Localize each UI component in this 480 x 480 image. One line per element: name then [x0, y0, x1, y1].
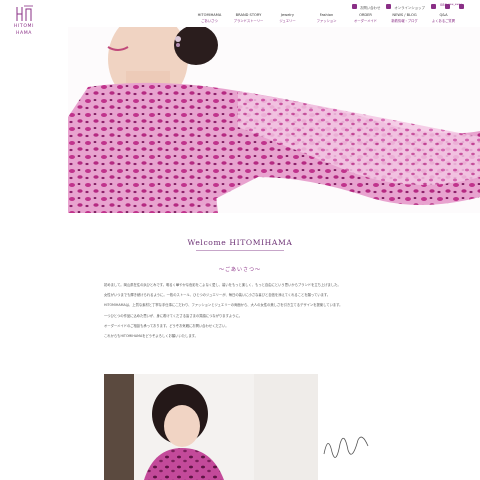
nav-label-jp: ブランドストーリー — [233, 19, 264, 24]
greeting-paragraph: 女性がいつまでも輝き続けられるように。一枚のストール、ひとつのジュエリーが、毎日… — [104, 293, 331, 298]
signature-area — [318, 374, 376, 480]
greeting-subtitle: ～ごあいさつ～ — [218, 267, 261, 273]
brand-name-line2: HAMA — [15, 31, 33, 36]
nav-label-en: Jewelry — [280, 13, 295, 17]
contact-link[interactable]: お問い合わせ — [352, 4, 380, 10]
nav-label-jp: ごあいさつ — [201, 19, 218, 24]
nav-label-en: BRAND STORY — [235, 13, 262, 17]
instagram-link[interactable] — [430, 4, 439, 10]
greeting-paragraph: 初めまして。岡山県在住の浜ひとみです。明るく華やかな色彩をこよなく愛し、装いをも… — [104, 283, 341, 287]
instagram-icon — [430, 4, 436, 9]
phone-number[interactable]: 086-***-**** — [440, 3, 462, 7]
mail-icon — [352, 4, 357, 9]
greeting-paragraph: 一つひとつの作品に込めた思いが、身に着けてくださる皆さまの笑顔につながりますよう… — [104, 313, 243, 318]
contact-label: お問い合わせ — [360, 6, 381, 10]
nav-label-jp: オーダーメイド — [354, 19, 377, 24]
nav-label-en: ORDER — [359, 13, 372, 17]
nav-label-jp: よくあるご質問 — [431, 19, 456, 24]
nav-label-en: NEWS / BLOG — [392, 13, 417, 17]
cart-icon — [386, 4, 392, 9]
nav-label-jp: ファッション — [316, 19, 337, 24]
brand-logo[interactable]: HITOMI HAMA — [9, 5, 39, 37]
greeting-paragraph: これからもHITOMIHAMAをどうぞよろしくお願いいたします。 — [104, 334, 198, 339]
nav-label-jp: ジュエリー — [279, 19, 296, 24]
nav-label-jp: 新着情報・ブログ — [391, 19, 418, 24]
title-divider — [196, 250, 284, 251]
nav-label-en: HITOMIHAMA — [197, 13, 222, 17]
brand-name-line1: HITOMI — [13, 24, 35, 29]
nav-label-en: Fashion — [319, 13, 334, 17]
nav-label-en: Q&A — [439, 13, 448, 17]
greeting-body: 初めまして。岡山県在住の浜ひとみです。明るく華やかな色彩をこよなく愛し、装いをも… — [104, 282, 376, 343]
shop-link[interactable]: オンラインショップ — [386, 4, 425, 10]
hero-image — [68, 27, 480, 213]
brand-mark-icon — [13, 5, 35, 23]
shop-label: オンラインショップ — [394, 6, 425, 10]
greeting-paragraph: オーダーメイドのご相談も承っております。どうぞお気軽にお問い合わせください。 — [104, 323, 229, 328]
portrait-photo — [104, 374, 318, 480]
welcome-title: Welcome HITOMIHAMA — [187, 238, 293, 247]
greeting-paragraph: HITOMIHAMAは、上質な素材と丁寧な手仕事にこだわり、ファッションとジュエ… — [104, 303, 343, 308]
